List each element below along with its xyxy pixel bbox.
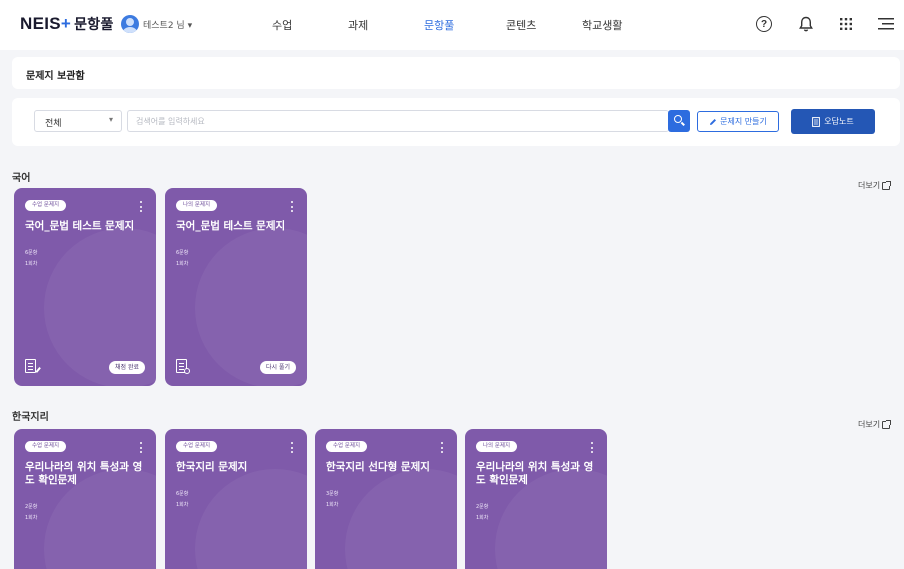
more-vertical-icon[interactable] (291, 442, 294, 453)
doc-edit-icon (25, 359, 41, 373)
card-question-count: 2문항 (476, 504, 489, 510)
card-badge: 나의 문제지 (176, 200, 218, 211)
card-round: 1회차 (326, 502, 339, 508)
search-input[interactable] (127, 110, 669, 132)
notebook-icon (812, 116, 821, 127)
wrong-answer-notes-button[interactable]: 오답노트 (791, 109, 875, 134)
nav-item-question-pool[interactable]: 문항풀 (424, 17, 454, 33)
card-round: 1회차 (25, 261, 38, 267)
card-round: 1회차 (176, 502, 189, 508)
avatar[interactable] (121, 15, 139, 33)
more-vertical-icon[interactable] (140, 442, 143, 453)
filter-select[interactable]: 전체 ▾ (34, 110, 122, 132)
more-label: 더보기 (858, 420, 881, 429)
chevron-down-icon: ▾ (108, 115, 113, 124)
external-link-icon (882, 419, 892, 429)
wrong-answer-notes-label: 오답노트 (824, 117, 854, 126)
more-vertical-icon[interactable] (140, 201, 143, 212)
card-badge: 수업 문제지 (326, 441, 368, 452)
graded-button[interactable]: 채점 완료 (109, 361, 145, 374)
more-link[interactable]: 더보기 (858, 419, 892, 430)
card-round: 1회차 (476, 515, 489, 521)
card-badge: 수업 문제지 (25, 441, 67, 452)
filter-select-value: 전체 (45, 119, 62, 129)
search-bar: 전체 ▾ 문제지 만들기 오답노트 (12, 98, 900, 146)
brand-logo[interactable]: NEIS+ 문항풀 (20, 14, 114, 34)
card-title: 우리나라의 위치 특성과 영도 확인문제 (25, 461, 143, 486)
worksheet-card[interactable]: 수업 문제지 국어_문법 테스트 문제지 6문항 1회차 채점 완료 (14, 188, 156, 386)
more-vertical-icon[interactable] (441, 442, 444, 453)
card-round: 1회차 (25, 515, 38, 521)
pencil-icon (710, 118, 717, 125)
doc-search-icon (176, 359, 190, 374)
card-question-count: 3문항 (326, 491, 339, 497)
search-button[interactable] (668, 110, 690, 132)
nav-item-assignment[interactable]: 과제 (348, 17, 368, 33)
section-title: 한국지리 (12, 412, 49, 423)
card-title: 우리나라의 위치 특성과 영도 확인문제 (476, 461, 594, 486)
brand-name: NEIS (20, 14, 61, 33)
more-vertical-icon[interactable] (591, 442, 594, 453)
nav-item-school-life[interactable]: 학교생활 (582, 17, 622, 33)
card-title: 국어_문법 테스트 문제지 (25, 220, 135, 232)
card-title: 국어_문법 테스트 문제지 (176, 220, 286, 232)
worksheet-card[interactable]: 수업 문제지 우리나라의 위치 특성과 영도 확인문제 2문항 1회차 (14, 429, 156, 569)
page-title: 문제지 보관함 (26, 71, 85, 82)
card-question-count: 6문항 (176, 491, 189, 497)
card-title: 한국지리 선다형 문제지 (326, 461, 430, 473)
external-link-icon (882, 180, 892, 190)
make-worksheet-button[interactable]: 문제지 만들기 (697, 111, 779, 132)
card-question-count: 2문항 (25, 504, 38, 510)
brand-plus: + (60, 14, 72, 33)
brand-subtitle: 문항풀 (74, 17, 114, 33)
card-badge: 수업 문제지 (176, 441, 218, 452)
more-vertical-icon[interactable] (291, 201, 294, 212)
card-badge: 나의 문제지 (476, 441, 518, 452)
grid-icon[interactable] (836, 14, 856, 34)
help-icon[interactable]: ? (754, 14, 774, 34)
worksheet-card[interactable]: 나의 문제지 우리나라의 위치 특성과 영도 확인문제 2문항 1회차 (465, 429, 607, 569)
user-menu[interactable]: 테스트2 님 ▾ (143, 18, 192, 31)
worksheet-card[interactable]: 수업 문제지 한국지리 문제지 6문항 1회차 (165, 429, 307, 569)
card-question-count: 6문항 (176, 250, 189, 256)
card-question-count: 6문항 (25, 250, 38, 256)
section-title: 국어 (12, 173, 31, 184)
bell-icon[interactable] (796, 14, 816, 34)
nav-item-class[interactable]: 수업 (272, 17, 292, 33)
nav-item-contents[interactable]: 콘텐츠 (506, 17, 536, 33)
card-title: 한국지리 문제지 (176, 461, 248, 473)
card-round: 1회차 (176, 261, 189, 267)
retry-button[interactable]: 다시 풀기 (260, 361, 296, 374)
make-worksheet-label: 문제지 만들기 (720, 117, 767, 126)
page-header: 문제지 보관함 (12, 57, 900, 89)
menu-icon[interactable] (876, 14, 896, 34)
more-label: 더보기 (858, 181, 881, 190)
worksheet-card[interactable]: 수업 문제지 한국지리 선다형 문제지 3문항 1회차 (315, 429, 457, 569)
top-navigation: NEIS+ 문항풀 테스트2 님 ▾ 수업 과제 문항풀 콘텐츠 학교생활 ? (0, 0, 904, 50)
card-badge: 수업 문제지 (25, 200, 67, 211)
worksheet-card[interactable]: 나의 문제지 국어_문법 테스트 문제지 6문항 1회차 다시 풀기 (165, 188, 307, 386)
more-link[interactable]: 더보기 (858, 180, 892, 191)
